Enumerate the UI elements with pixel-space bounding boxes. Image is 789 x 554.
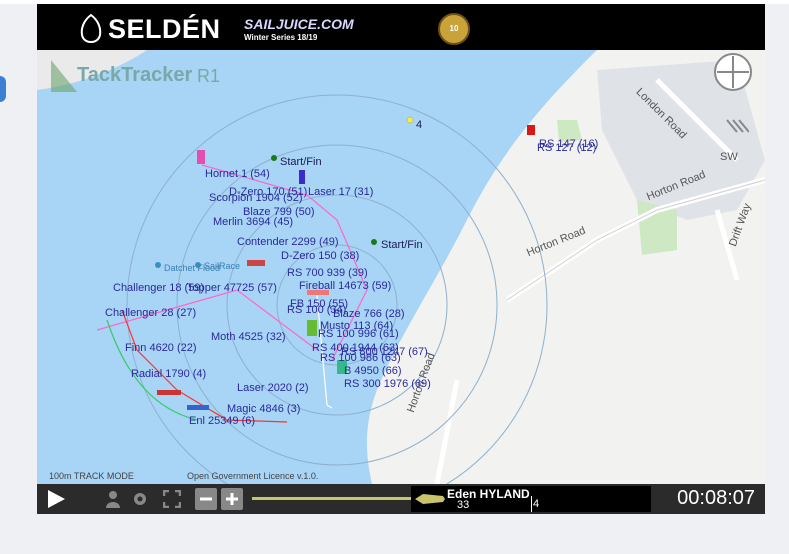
mark-label: Start/Fin xyxy=(381,239,423,251)
boat-label[interactable]: Laser 2020 (2) xyxy=(237,382,309,394)
series-name: Winter Series 18/19 xyxy=(244,33,318,42)
sponsor-banner: SELDÉN SAILJUICE.COM Winter Series 18/19… xyxy=(37,4,765,50)
sponsor-name: SAILJUICE.COM xyxy=(244,16,354,32)
elapsed-time: 00:08:07 xyxy=(677,487,755,509)
race-label: R1 xyxy=(197,66,221,86)
boat-label[interactable]: Challenger 28 (27) xyxy=(105,307,196,319)
selected-boat-panel: Eden HYLAND 33 4 xyxy=(411,486,651,512)
boat-label[interactable]: Hornet 1 (54) xyxy=(205,168,270,180)
race-map[interactable]: TackTracker R1 SW London Road Horton Roa… xyxy=(37,50,765,484)
timeline-slider[interactable] xyxy=(252,497,412,500)
gear-icon[interactable] xyxy=(131,490,149,508)
licence-label: Open Government Licence v.1.0. xyxy=(187,471,319,481)
boat-label[interactable]: Merlin 3694 (45) xyxy=(213,216,293,228)
boat-label[interactable]: Magic 4846 (3) xyxy=(227,403,300,415)
boat-label[interactable]: Moth 4525 (32) xyxy=(211,331,286,343)
wind-direction-icon xyxy=(726,119,749,133)
boat-label[interactable]: D-Zero 170 (51) xyxy=(229,186,307,198)
boat-label[interactable]: RS 700 939 (39) xyxy=(287,267,368,279)
scale-label: 100m TRACK MODE xyxy=(49,471,134,481)
selected-boat-position: 4 xyxy=(533,498,540,510)
boat-label[interactable]: Fireball 14673 (59) xyxy=(299,280,391,292)
mark-label: Start/Fin xyxy=(280,156,322,168)
boat-label[interactable]: RS 300 1976 (69) xyxy=(344,378,431,390)
boat-label[interactable]: Radial 1790 (4) xyxy=(131,368,206,380)
bottom-panel xyxy=(0,514,789,554)
brand-name: SELDÉN xyxy=(108,14,221,44)
boat-label[interactable]: Enl 25349 (6) xyxy=(189,415,255,427)
zoom-out-icon[interactable] xyxy=(195,488,217,510)
boat-label[interactable]: D-Zero 150 (38) xyxy=(281,250,359,262)
mark-label: SailRace xyxy=(204,261,241,271)
compass-icon[interactable] xyxy=(713,50,757,94)
boat-label[interactable]: Blaze 766 (28) xyxy=(333,308,405,320)
mark-label: 4 xyxy=(416,119,423,131)
boat-label[interactable]: RS 147 (16) xyxy=(539,138,598,150)
boat-icon xyxy=(415,494,445,504)
boat-label[interactable]: RS 100 996 (61) xyxy=(318,328,399,340)
playback-control-bar: Eden HYLAND 33 4 00:08:07 xyxy=(37,484,765,514)
side-tab[interactable] xyxy=(0,76,6,102)
boat-label[interactable]: RS 800 1247 (67) xyxy=(341,346,428,358)
boat-label[interactable]: Laser 17 (31) xyxy=(308,186,373,198)
play-icon[interactable] xyxy=(45,488,67,510)
zoom-in-icon[interactable] xyxy=(221,488,243,510)
wind-label: SW xyxy=(720,151,738,163)
boat-label[interactable]: Contender 2299 (49) xyxy=(237,236,339,248)
boat-label[interactable]: Topper 47725 (57) xyxy=(187,282,277,294)
boat-label[interactable]: Finn 4620 (22) xyxy=(125,342,197,354)
series-badge: 10 xyxy=(438,13,470,45)
tacktracker-logo: TackTracker xyxy=(77,64,193,86)
fullscreen-icon[interactable] xyxy=(163,490,181,508)
panel-divider xyxy=(531,496,532,512)
selden-shield-icon xyxy=(80,13,102,43)
selected-boat-number: 33 xyxy=(457,499,470,511)
person-icon[interactable] xyxy=(105,490,121,508)
boat-label[interactable]: B 4950 (66) xyxy=(344,365,401,377)
